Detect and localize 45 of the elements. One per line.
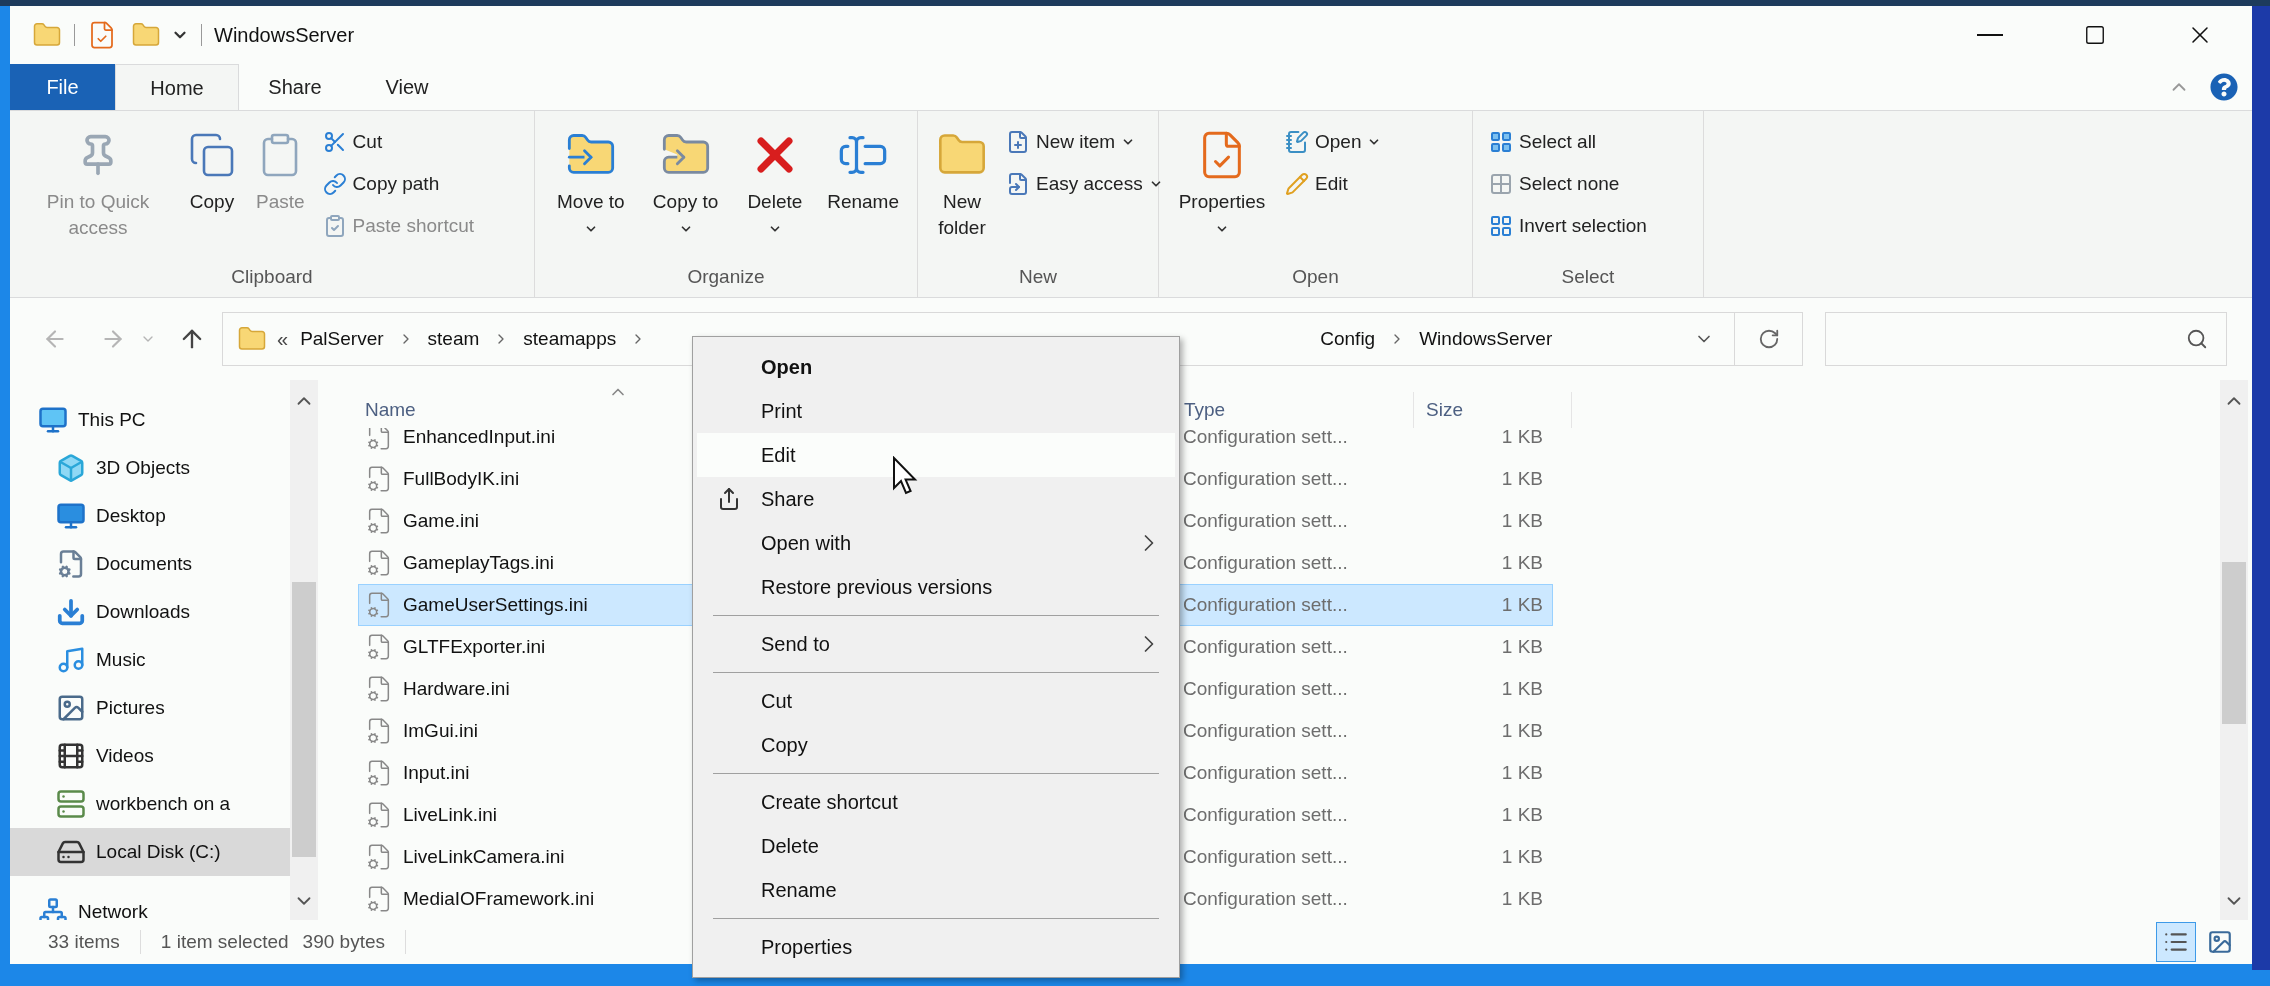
group-label: New [1018,265,1058,289]
file-name: EnhancedInput.ini [403,428,556,449]
file-name: GLTFExporter.ini [403,634,546,659]
file-size: 1 KB [1500,886,1543,911]
file-size: 1 KB [1500,428,1543,449]
group-label: Clipboard [230,265,314,289]
file-size: 1 KB [1500,676,1543,701]
file-type: Configuration sett... [1183,802,1349,827]
file-size: 1 KB [1500,634,1543,659]
file-size: 1 KB [1500,466,1543,491]
file-type: Configuration sett... [1183,676,1349,701]
file-name: GameplayTags.ini [403,550,555,575]
file-type: Configuration sett... [1183,466,1349,491]
file-name: LiveLink.ini [403,802,497,827]
file-size: 1 KB [1500,802,1543,827]
file-name: ImGui.ini [403,718,478,743]
file-size: 1 KB [1500,760,1543,785]
file-name: MediaIOFramework.ini [403,886,595,911]
item-count: 33 items [48,929,120,954]
file-name: FullBodyIK.ini [403,466,520,491]
selection-info: 1 item selected [160,929,289,954]
file-name: LiveLinkCamera.ini [403,844,565,869]
file-type: Configuration sett... [1183,634,1349,659]
file-name: Hardware.ini [403,676,510,701]
file-type: Configuration sett... [1183,592,1349,617]
file-size: 1 KB [1500,844,1543,869]
file-type: Configuration sett... [1183,886,1349,911]
file-size: 1 KB [1500,508,1543,533]
file-type: Configuration sett... [1183,760,1349,785]
file-size: 1 KB [1500,718,1543,743]
file-size: 1 KB [1500,550,1543,575]
group-label: Open [1291,265,1340,289]
file-name: GameUserSettings.ini [403,592,588,617]
file-type: Configuration sett... [1183,508,1349,533]
file-name: Input.ini [403,760,470,785]
window-title: WindowsServer [214,23,355,48]
group-label: Select [1560,265,1616,289]
selection-size: 390 bytes [302,929,385,954]
file-type: Configuration sett... [1183,718,1349,743]
file-size: 1 KB [1500,592,1543,617]
file-type: Configuration sett... [1183,844,1349,869]
file-type: Configuration sett... [1183,550,1349,575]
file-type: Configuration sett... [1183,428,1349,449]
file-name: Game.ini [403,508,480,533]
group-label: Organize [686,265,766,289]
